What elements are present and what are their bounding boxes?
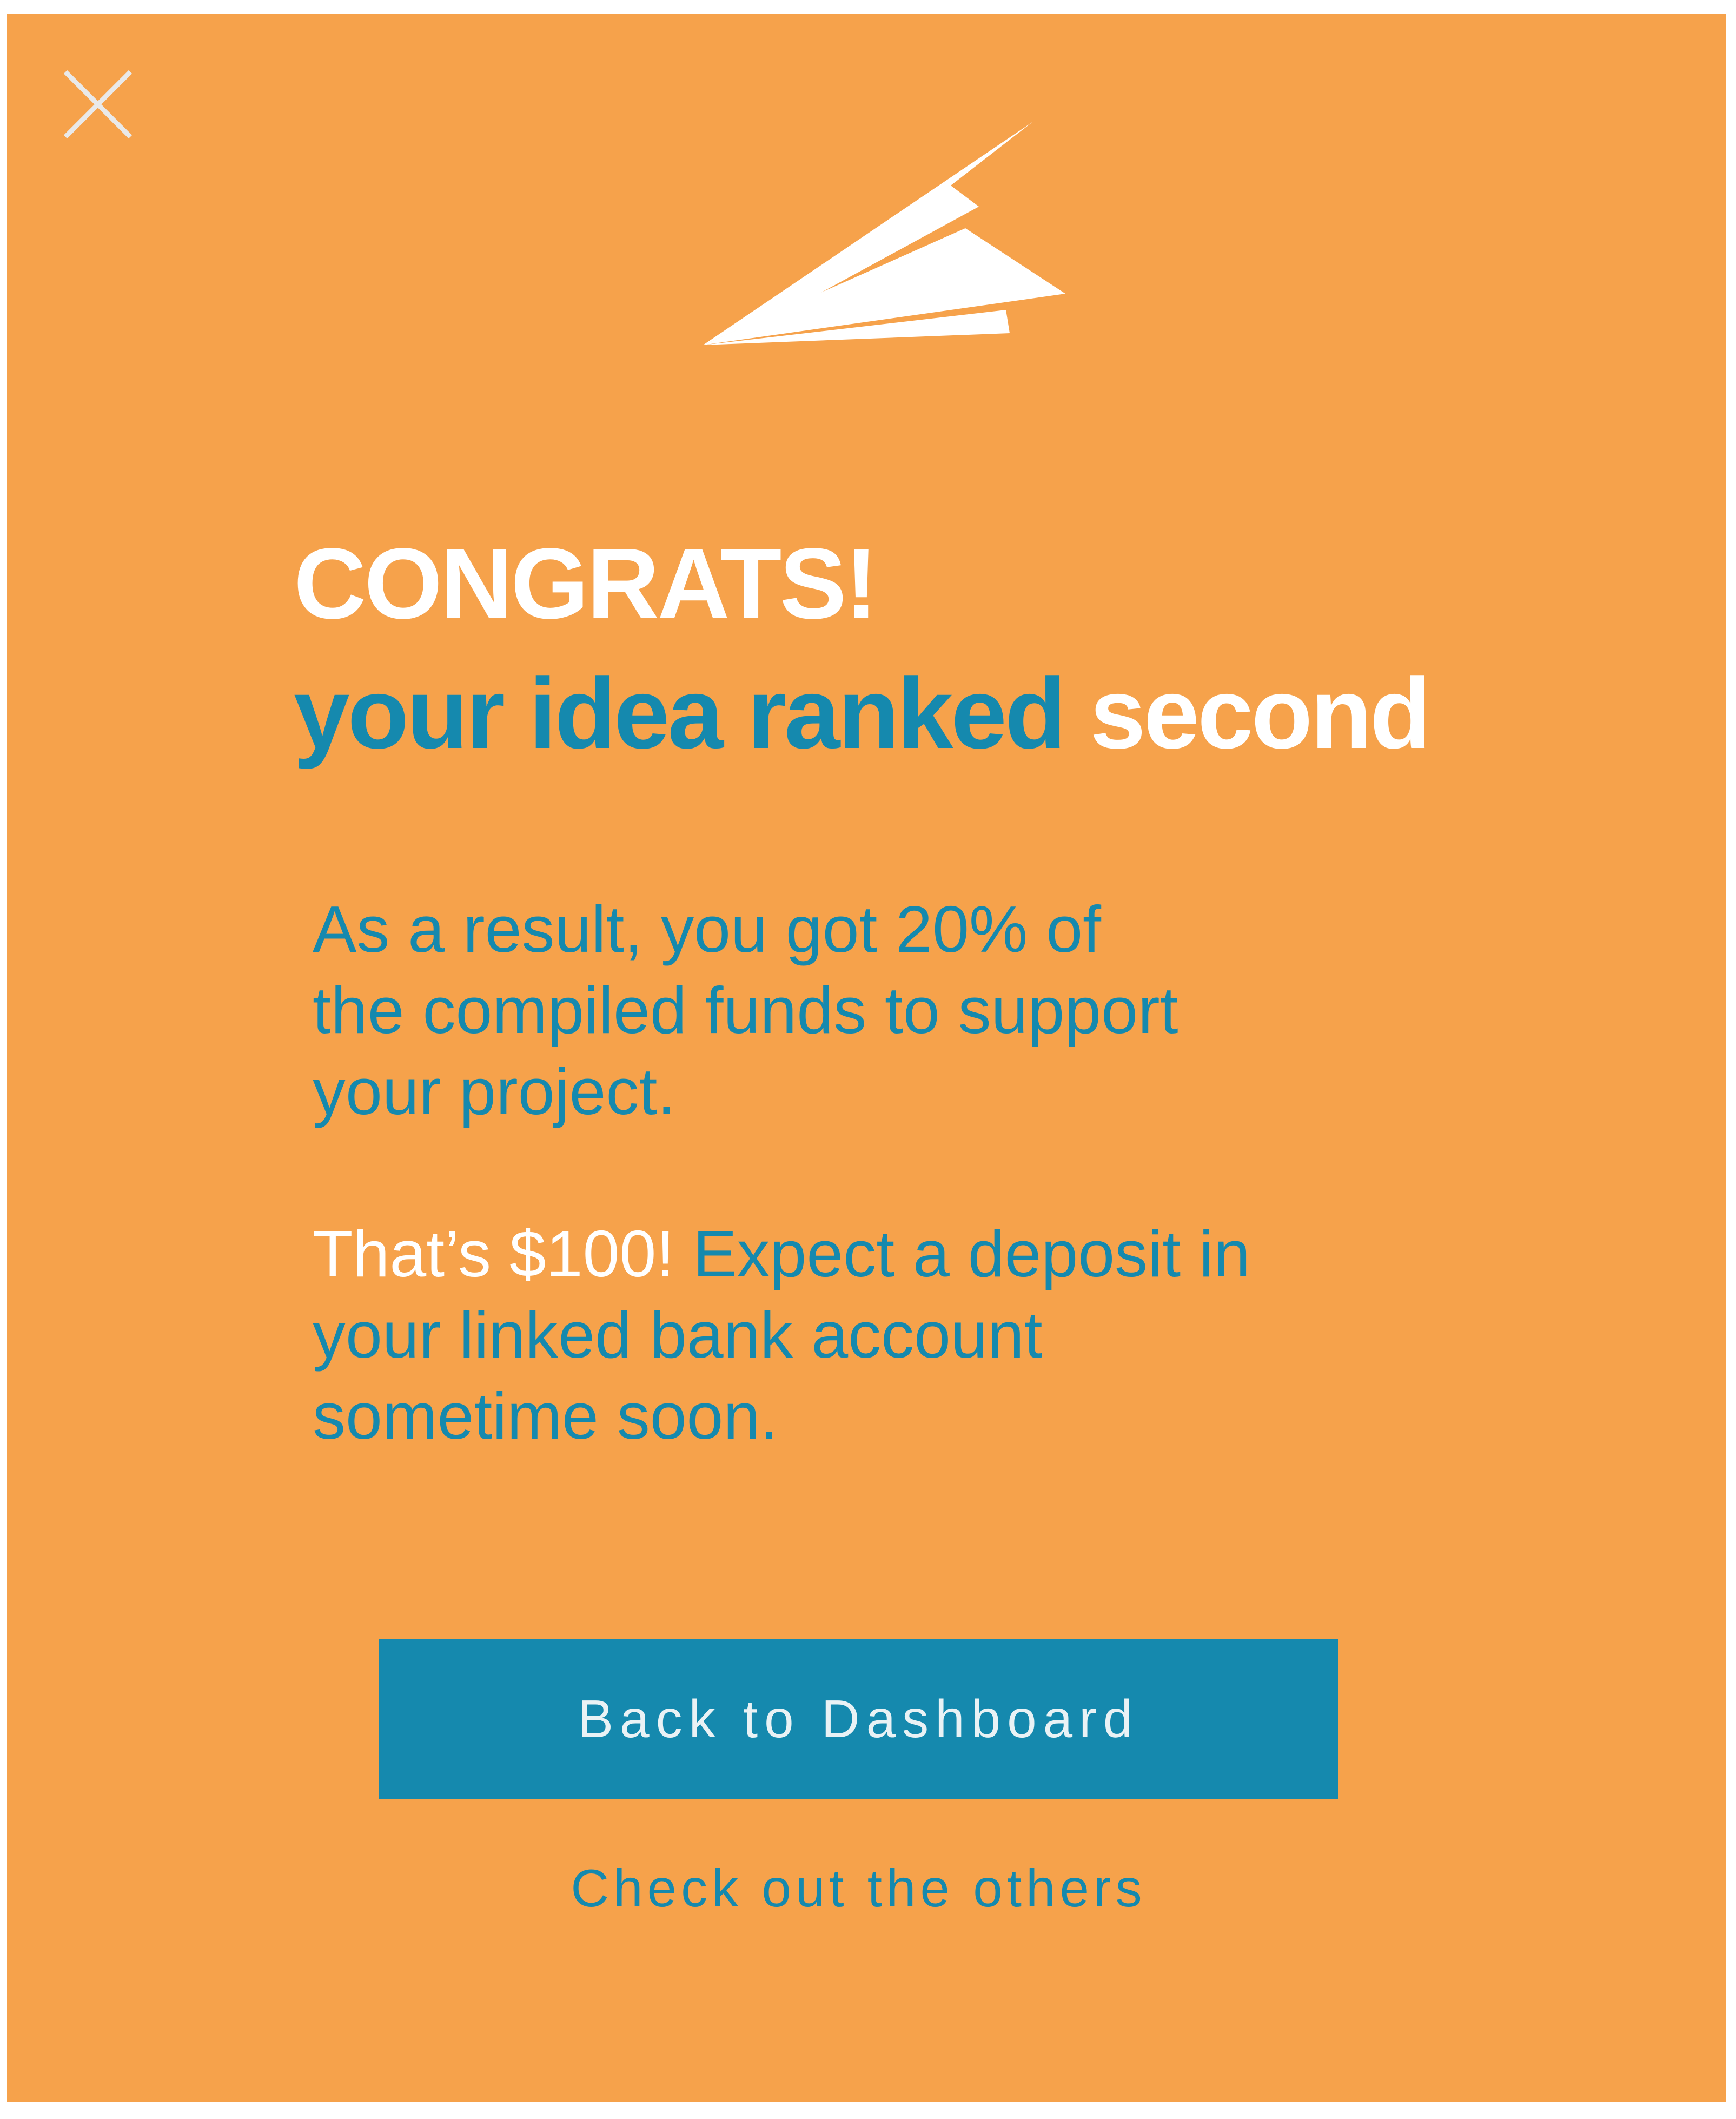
deposit-line-1: That’s $100! Expect a deposit in: [313, 1213, 1475, 1294]
headline: CONGRATS! your idea ranked second: [294, 519, 1431, 779]
deposit-line-3: sometime soon.: [313, 1379, 779, 1453]
headline-rank-line: your idea ranked second: [294, 649, 1431, 779]
result-message: As a result, you got 20% of the compiled…: [313, 889, 1475, 1456]
headline-rank-prefix: your idea ranked: [294, 658, 1090, 770]
close-icon-glyph: [63, 70, 132, 139]
close-icon[interactable]: [60, 67, 136, 142]
funds-line-1: As a result, you got 20% of: [313, 892, 1102, 966]
amount-highlight: That’s $100!: [313, 1217, 675, 1290]
back-to-dashboard-button[interactable]: Back to Dashboard: [379, 1639, 1338, 1799]
headline-congrats: CONGRATS!: [294, 528, 878, 640]
deposit-line-1-rest: Expect a deposit in: [674, 1217, 1250, 1290]
check-out-others-link[interactable]: Check out the others: [379, 1858, 1338, 1919]
congrats-modal: CONGRATS! your idea ranked second As a r…: [7, 14, 1726, 2102]
paper-plane-icon: [703, 122, 1065, 345]
deposit-line-2: your linked bank account: [313, 1298, 1043, 1372]
funds-line-3: your project.: [313, 1055, 676, 1128]
deposit-paragraph: That’s $100! Expect a deposit in your li…: [313, 1213, 1475, 1456]
headline-rank-value: second: [1090, 658, 1431, 770]
funds-paragraph: As a result, you got 20% of the compiled…: [313, 889, 1475, 1132]
funds-line-2: the compiled funds to support: [313, 974, 1178, 1047]
